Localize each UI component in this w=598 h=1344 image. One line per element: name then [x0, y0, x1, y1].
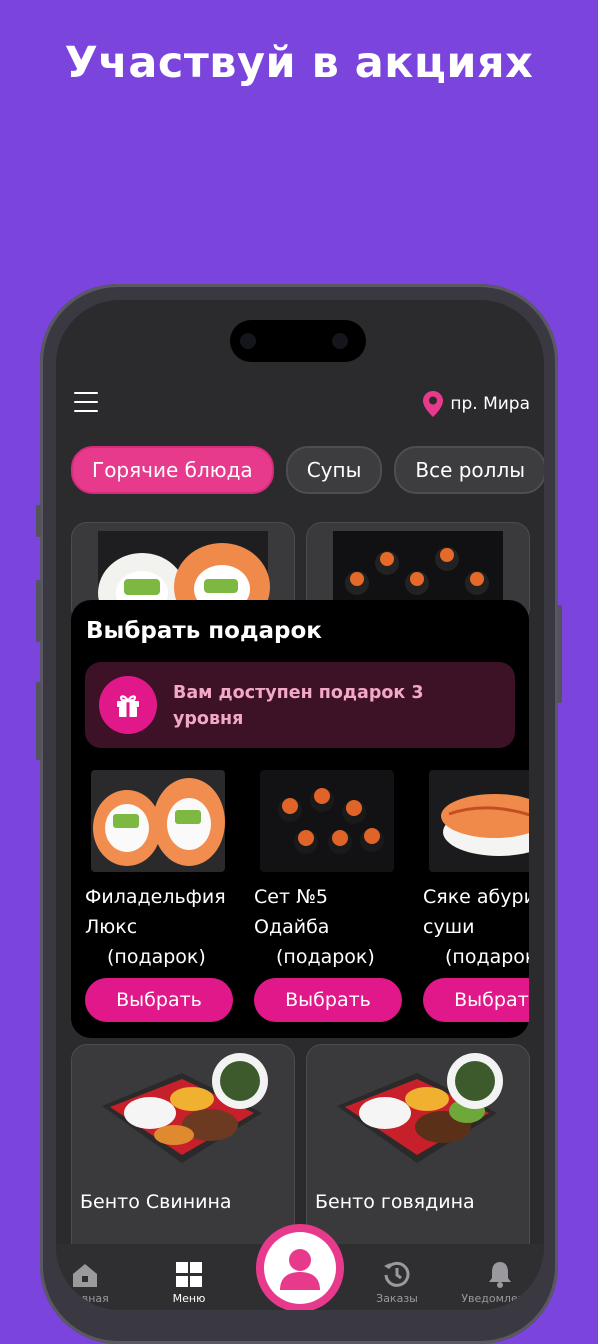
select-gift-button[interactable]: Выбрать [254, 978, 402, 1022]
bento-image [102, 1053, 268, 1163]
select-gift-button[interactable]: Выбрать [85, 978, 233, 1022]
tab-hot-dishes[interactable]: Горячие блюда [71, 446, 274, 494]
gift-modal: Выбрать подарок Вам доступен подарок 3 у… [71, 600, 529, 1038]
product-card[interactable]: Бенто Свинина [71, 1044, 295, 1276]
dynamic-island [230, 320, 366, 362]
nav-label: Меню [172, 1292, 206, 1305]
nav-menu[interactable]: Меню [144, 1244, 234, 1305]
product-name: Бенто Свинина [80, 1191, 232, 1213]
gift-subtitle: (подарок) [445, 946, 529, 968]
product-name: Бенто говядина [315, 1191, 475, 1213]
nav-orders[interactable]: Заказы [352, 1244, 442, 1305]
phone-side-button [36, 505, 41, 537]
phone-power-button [557, 605, 562, 703]
gift-option: Сет №5 Одайба (подарок) Выбрать [254, 770, 404, 1022]
gift-subtitle: (подарок) [276, 946, 375, 968]
nav-home[interactable]: Главная [56, 1244, 130, 1305]
category-tabs: Горячие блюда Супы Все роллы [71, 446, 544, 494]
grid-icon [144, 1258, 234, 1288]
home-icon [56, 1258, 130, 1288]
gift-image [260, 770, 394, 872]
app-screen: пр. Мира Горячие блюда Супы Все роллы Бе… [56, 300, 544, 1310]
gift-icon [99, 676, 157, 734]
select-gift-button[interactable]: Выбрать [423, 978, 529, 1022]
nav-label: Заказы [376, 1292, 418, 1305]
promo-headline: Участвуй в акциях [64, 38, 534, 88]
bell-icon [454, 1258, 544, 1288]
product-card[interactable]: Бенто говядина [306, 1044, 530, 1276]
modal-title: Выбрать подарок [86, 618, 322, 644]
tab-soups[interactable]: Супы [285, 446, 383, 494]
gift-name: Филадельфия Люкс [85, 886, 226, 938]
gift-image [91, 770, 225, 872]
gift-name: Сяке абури суши [423, 886, 529, 938]
gift-name: Сет №5 Одайба [254, 886, 330, 938]
nav-label: Главная [61, 1292, 109, 1305]
gift-option: Филадельфия Люкс (подарок) Выбрать [85, 770, 235, 1022]
nav-notifications[interactable]: Уведомления [454, 1244, 544, 1305]
profile-icon [264, 1232, 336, 1304]
phone-volume-up [36, 580, 41, 642]
phone-volume-down [36, 682, 41, 760]
history-icon [352, 1258, 442, 1288]
gift-banner-text: Вам доступен подарок 3 уровня [173, 683, 424, 729]
gift-image [429, 770, 529, 872]
nav-label: Уведомления [461, 1292, 539, 1305]
tab-all-rolls[interactable]: Все роллы [394, 446, 544, 494]
location-selector[interactable]: пр. Мира [422, 390, 530, 418]
menu-icon[interactable] [74, 392, 98, 412]
gift-level-banner: Вам доступен подарок 3 уровня [85, 662, 515, 748]
gift-subtitle: (подарок) [107, 946, 206, 968]
profile-button[interactable] [256, 1224, 344, 1310]
gift-option: Сяке абури суши (подарок) Выбрать [423, 770, 529, 1022]
bento-image [337, 1053, 503, 1163]
location-pin-icon [423, 391, 444, 417]
location-label: пр. Мира [450, 394, 530, 414]
